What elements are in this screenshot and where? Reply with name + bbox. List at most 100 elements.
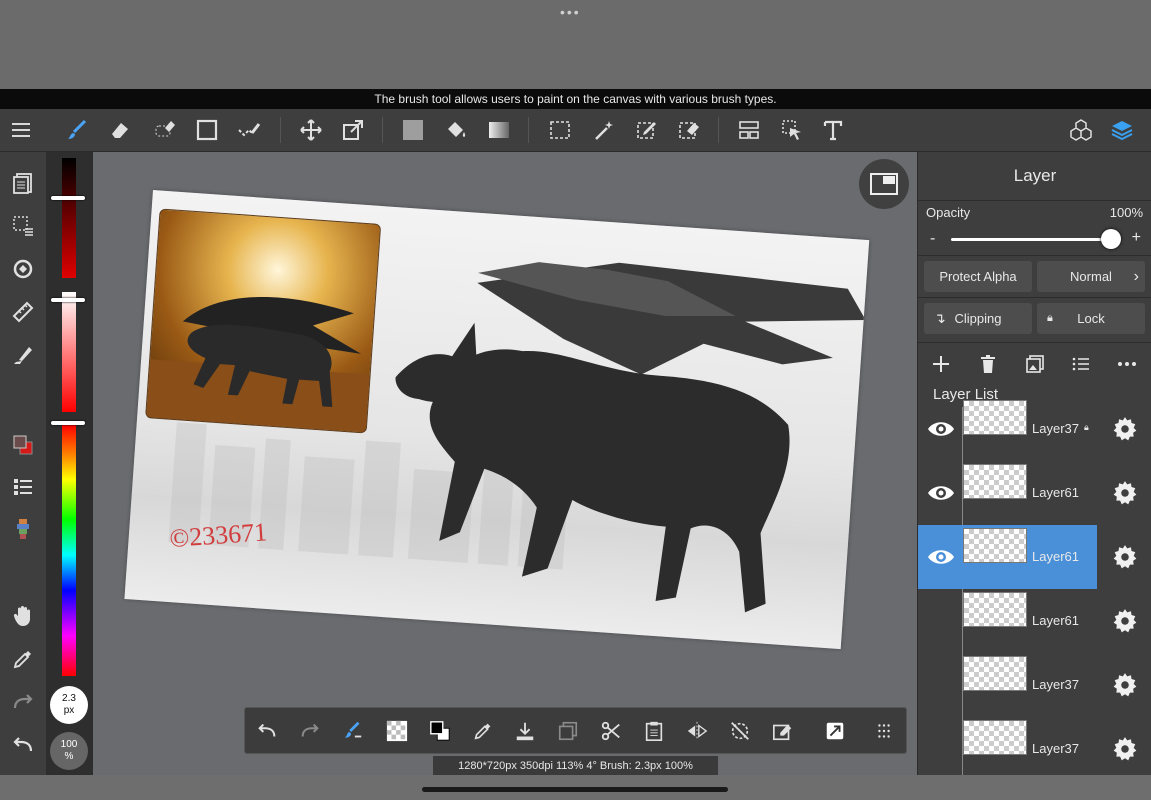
transparent-icon[interactable] [383,717,411,745]
gear-icon[interactable] [1112,736,1138,762]
select-rect-icon[interactable] [545,115,575,145]
check-brush-icon[interactable] [234,115,264,145]
cut-icon[interactable] [597,717,625,745]
clipping-button[interactable]: ↴ Clipping [924,303,1032,334]
hand-icon[interactable] [8,601,38,631]
eraser-icon[interactable] [105,115,135,145]
layer-row[interactable]: Layer37 [918,717,1151,781]
more-icon[interactable] [1115,352,1139,376]
layer-row[interactable]: Layer61 [918,461,1151,525]
move-icon[interactable] [296,115,326,145]
brush-settings-icon[interactable] [339,717,367,745]
magic-wand-icon[interactable] [589,115,619,145]
text-icon[interactable] [818,115,848,145]
menu-icon[interactable] [6,115,36,145]
panel-layout-icon[interactable] [734,115,764,145]
eyedropper-icon[interactable] [8,644,38,674]
layer-name: Layer61 [1032,549,1079,564]
gear-icon[interactable] [1112,544,1138,570]
gradient-icon[interactable] [484,115,514,145]
copy-icon[interactable] [554,717,582,745]
redo-icon[interactable] [296,717,324,745]
brush-opacity-button[interactable]: 100 % [50,732,88,770]
trash-icon[interactable] [976,352,1000,376]
fill-color-icon[interactable] [398,115,428,145]
select-arrow-icon[interactable] [777,115,807,145]
undo-icon[interactable] [8,730,38,760]
rotate-icon[interactable] [726,717,754,745]
add-layer-icon[interactable] [929,352,953,376]
window-icon [870,173,898,195]
flip-icon[interactable] [683,717,711,745]
lock-icon: 🔒︎ [1084,422,1089,432]
gear-icon[interactable] [1112,416,1138,442]
selection-list-icon[interactable] [8,211,38,241]
more-dots-icon[interactable]: ••• [560,4,581,20]
layer-list-icon[interactable] [8,472,38,502]
layer-row[interactable]: Layer61 [918,525,1151,589]
ruler-icon[interactable] [8,297,38,327]
canvas-area[interactable]: ©233671 [93,152,917,775]
palette-icon[interactable] [8,514,38,544]
brush-size-button[interactable]: 2.3 px [50,686,88,724]
drawing-canvas[interactable]: ©233671 [124,190,870,650]
materials-icon[interactable] [1066,115,1096,145]
blend-mode-button[interactable]: Normal › [1037,261,1145,292]
selection-eraser-icon[interactable] [150,115,180,145]
eye-icon[interactable] [926,545,956,569]
layers-icon[interactable] [1107,115,1137,145]
lock-icon: 🔒︎ [1047,312,1053,324]
divider [918,297,1151,298]
home-indicator[interactable] [422,787,728,792]
select-pen-icon[interactable] [632,115,662,145]
undo-icon[interactable] [253,717,281,745]
opacity-decrease-button[interactable]: - [930,230,935,248]
opacity-slider[interactable] [951,238,1111,241]
layer-row[interactable]: Layer37 🔒︎ [918,397,1151,461]
red-slider-knob[interactable] [51,196,85,200]
gear-icon[interactable] [1112,672,1138,698]
rotate-canvas-icon[interactable] [8,254,38,284]
paste-icon[interactable] [640,717,668,745]
select-eraser-icon[interactable] [674,115,704,145]
opacity-increase-button[interactable]: + [1132,229,1141,247]
grid-icon[interactable] [870,717,898,745]
brush-icon[interactable] [62,115,92,145]
artist-signature: ©233671 [169,517,269,553]
transform-icon[interactable] [338,115,368,145]
opacity-slider-knob[interactable] [1101,229,1121,249]
reference-image [145,208,382,434]
bucket-icon[interactable] [441,115,471,145]
chevron-right-icon: › [1133,268,1139,285]
eyedropper-icon[interactable] [469,717,497,745]
gear-icon[interactable] [1112,480,1138,506]
clear-icon[interactable] [769,717,797,745]
view-mode-button[interactable] [859,159,909,209]
share-icon[interactable] [821,717,849,745]
list-icon[interactable] [1069,352,1093,376]
fill-brush-icon[interactable] [8,340,38,370]
saturation-slider[interactable] [62,292,76,412]
layer-row[interactable]: Layer37 [918,653,1151,717]
eye-icon[interactable] [926,481,956,505]
window-chrome: ••• [0,0,1151,89]
layer-row[interactable]: Layer61 [918,589,1151,653]
pages-icon[interactable] [8,168,38,198]
swap-color-icon[interactable] [426,717,454,745]
save-icon[interactable] [511,717,539,745]
divider [918,200,1151,201]
red-value-slider[interactable] [62,158,76,278]
layer-thumbnail [963,400,1027,435]
hue-slider[interactable] [62,424,76,676]
color-swatch-icon[interactable] [8,430,38,460]
hue-slider-knob[interactable] [51,421,85,425]
layer-name: Layer37 [1032,741,1079,756]
saturation-slider-knob[interactable] [51,298,85,302]
rectangle-icon[interactable] [192,115,222,145]
protect-alpha-button[interactable]: Protect Alpha [924,261,1032,292]
lock-button[interactable]: 🔒︎ Lock [1037,303,1145,334]
gear-icon[interactable] [1112,608,1138,634]
eye-icon[interactable] [926,417,956,441]
redo-icon[interactable] [8,687,38,717]
image-layer-icon[interactable] [1023,352,1047,376]
